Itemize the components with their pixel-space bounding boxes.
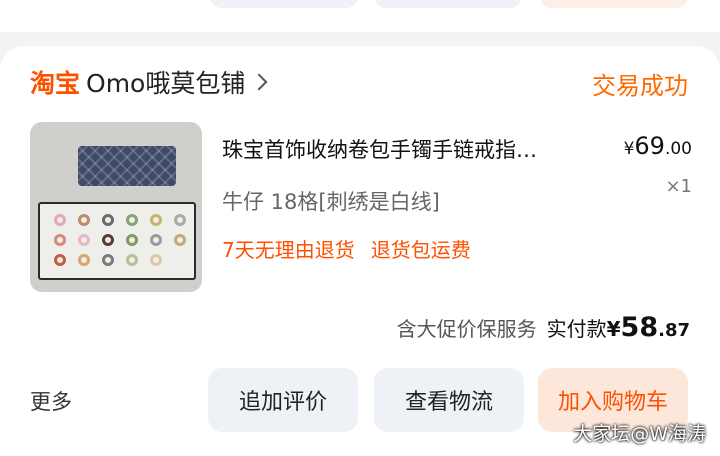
paid-currency: ¥ bbox=[606, 317, 621, 341]
price-currency: ¥ bbox=[623, 139, 635, 159]
paid-integer: 58 bbox=[620, 312, 659, 343]
paid-decimal: .87 bbox=[658, 320, 690, 341]
product-quantity: ×1 bbox=[665, 176, 692, 197]
shop-name[interactable]: Omo哦莫包铺 bbox=[86, 64, 245, 100]
chevron-right-icon[interactable] bbox=[250, 73, 268, 91]
product-image-ring bbox=[78, 214, 90, 226]
previous-order-cart-button[interactable] bbox=[540, 0, 688, 8]
shop-header[interactable]: 淘宝 Omo哦莫包铺 bbox=[30, 64, 268, 100]
product-image-ring bbox=[174, 234, 186, 246]
product-image-roll bbox=[38, 202, 196, 280]
product-image-ring bbox=[150, 234, 162, 246]
product-image-ring bbox=[54, 254, 66, 266]
add-review-button[interactable]: 追加评价 bbox=[208, 368, 358, 432]
product-image-ring bbox=[78, 234, 90, 246]
service-tag-shipping: 退货包运费 bbox=[370, 238, 471, 262]
product-image-ring bbox=[126, 214, 138, 226]
product-image-ring bbox=[102, 254, 114, 266]
product-sku: 牛仔 18格[刺绣是白线] bbox=[222, 190, 440, 214]
product-image-ring bbox=[150, 214, 162, 226]
more-button[interactable]: 更多 bbox=[30, 386, 72, 416]
product-image-bag bbox=[78, 146, 176, 186]
product-image-ring bbox=[150, 254, 162, 266]
taobao-logo: 淘宝 bbox=[30, 69, 81, 98]
price-integer: 69 bbox=[634, 132, 665, 160]
product-image-ring bbox=[78, 254, 90, 266]
product-title[interactable]: 珠宝首饰收纳卷包手镯手链戒指… bbox=[222, 134, 594, 164]
service-tags: 7天无理由退货 退货包运费 bbox=[222, 234, 471, 263]
product-image-ring bbox=[54, 214, 66, 226]
payment-summary: 含大促价保服务 实付款 ¥ 58 .87 bbox=[397, 312, 690, 343]
order-status: 交易成功 bbox=[592, 72, 688, 100]
product-image-ring bbox=[54, 234, 66, 246]
previous-order-button[interactable] bbox=[374, 0, 522, 8]
product-image-ring bbox=[102, 234, 114, 246]
view-logistics-button[interactable]: 查看物流 bbox=[374, 368, 524, 432]
order-card: 淘宝 Omo哦莫包铺 交易成功 珠宝首饰收纳卷包手镯手链戒指… ¥69.00 牛… bbox=[0, 46, 720, 456]
paid-label: 实付款 bbox=[546, 317, 607, 341]
price-protection-note: 含大促价保服务 bbox=[396, 317, 537, 341]
service-tag-return: 7天无理由退货 bbox=[222, 238, 355, 262]
previous-order-action-row bbox=[0, 0, 720, 32]
product-image-ring bbox=[126, 234, 138, 246]
price-decimal: .00 bbox=[664, 139, 692, 159]
product-thumbnail[interactable] bbox=[30, 122, 202, 292]
product-image-ring bbox=[102, 214, 114, 226]
watermark: 大家坛@W海涛 bbox=[573, 423, 706, 445]
product-image-ring bbox=[174, 214, 186, 226]
previous-order-button[interactable] bbox=[210, 0, 358, 8]
product-price: ¥69.00 bbox=[624, 132, 692, 160]
product-image-ring bbox=[126, 254, 138, 266]
